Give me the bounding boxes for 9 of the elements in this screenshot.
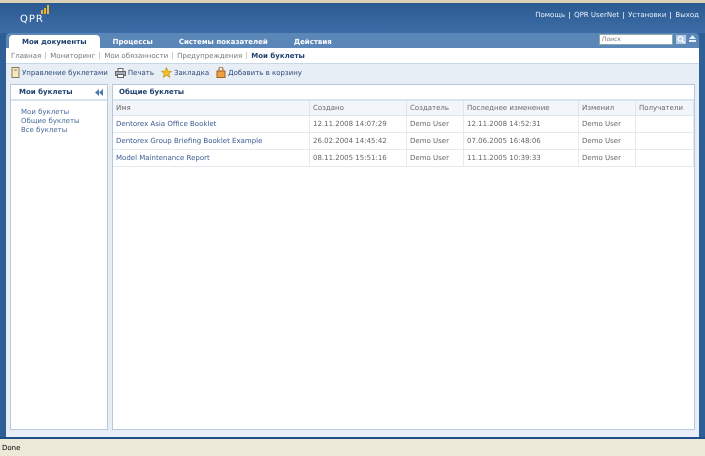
search-icon[interactable] [676, 35, 686, 44]
collapse-icon[interactable] [95, 88, 103, 96]
bars-icon [41, 5, 50, 14]
logo: QPR [20, 14, 44, 25]
collapse-icon[interactable] [689, 35, 696, 44]
document-icon [11, 67, 20, 78]
star-icon [161, 67, 172, 78]
printer-icon [114, 68, 126, 78]
bag-icon [216, 67, 226, 78]
